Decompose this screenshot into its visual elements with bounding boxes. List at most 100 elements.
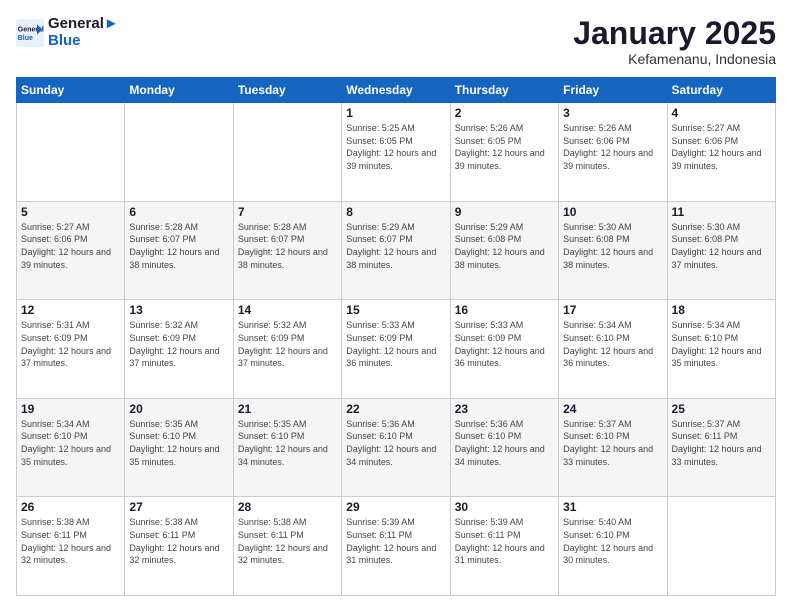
day-info: Sunrise: 5:30 AM Sunset: 6:08 PM Dayligh… (563, 221, 662, 271)
day-info: Sunrise: 5:37 AM Sunset: 6:10 PM Dayligh… (563, 418, 662, 468)
day-number: 4 (672, 106, 771, 120)
day-cell: 15 Sunrise: 5:33 AM Sunset: 6:09 PM Dayli… (342, 300, 450, 399)
logo-icon: General Blue (16, 19, 44, 47)
day-info: Sunrise: 5:29 AM Sunset: 6:07 PM Dayligh… (346, 221, 445, 271)
day-cell (667, 497, 775, 596)
day-cell: 1 Sunrise: 5:25 AM Sunset: 6:05 PM Daylig… (342, 103, 450, 202)
day-number: 18 (672, 303, 771, 317)
day-number: 6 (129, 205, 228, 219)
day-info: Sunrise: 5:38 AM Sunset: 6:11 PM Dayligh… (21, 516, 120, 566)
day-number: 14 (238, 303, 337, 317)
day-info: Sunrise: 5:27 AM Sunset: 6:06 PM Dayligh… (21, 221, 120, 271)
day-info: Sunrise: 5:28 AM Sunset: 6:07 PM Dayligh… (129, 221, 228, 271)
day-cell: 12Sunrise: 5:31 AM Sunset: 6:09 PM Dayli… (17, 300, 125, 399)
day-info: Sunrise: 5:33 AM Sunset: 6:09 PM Dayligh… (455, 319, 554, 369)
day-header-saturday: Saturday (667, 78, 775, 103)
day-cell: 11Sunrise: 5:30 AM Sunset: 6:08 PM Dayli… (667, 201, 775, 300)
day-cell: 4 Sunrise: 5:27 AM Sunset: 6:06 PM Daylig… (667, 103, 775, 202)
week-row-1: 1 Sunrise: 5:25 AM Sunset: 6:05 PM Daylig… (17, 103, 776, 202)
day-number: 10 (563, 205, 662, 219)
day-info: Sunrise: 5:29 AM Sunset: 6:08 PM Dayligh… (455, 221, 554, 271)
day-info: Sunrise: 5:39 AM Sunset: 6:11 PM Dayligh… (455, 516, 554, 566)
day-number: 20 (129, 402, 228, 416)
calendar-header-row: SundayMondayTuesdayWednesdayThursdayFrid… (17, 78, 776, 103)
day-cell: 17Sunrise: 5:34 AM Sunset: 6:10 PM Dayli… (559, 300, 667, 399)
logo-text: General► Blue (48, 16, 119, 49)
day-number: 30 (455, 500, 554, 514)
day-cell: 22 Sunrise: 5:36 AM Sunset: 6:10 PM Dayli… (342, 398, 450, 497)
day-cell: 13Sunrise: 5:32 AM Sunset: 6:09 PM Dayli… (125, 300, 233, 399)
day-cell: 5 Sunrise: 5:27 AM Sunset: 6:06 PM Daylig… (17, 201, 125, 300)
page: General Blue General► Blue January 2025 … (0, 0, 792, 612)
day-cell (17, 103, 125, 202)
day-number: 22 (346, 402, 445, 416)
day-cell (233, 103, 341, 202)
day-cell: 3 Sunrise: 5:26 AM Sunset: 6:06 PM Daylig… (559, 103, 667, 202)
day-cell: 20 Sunrise: 5:35 AM Sunset: 6:10 PM Dayli… (125, 398, 233, 497)
day-header-monday: Monday (125, 78, 233, 103)
day-info: Sunrise: 5:38 AM Sunset: 6:11 PM Dayligh… (129, 516, 228, 566)
day-cell: 10 Sunrise: 5:30 AM Sunset: 6:08 PM Dayli… (559, 201, 667, 300)
day-info: Sunrise: 5:35 AM Sunset: 6:10 PM Dayligh… (129, 418, 228, 468)
day-number: 25 (672, 402, 771, 416)
day-cell: 14 Sunrise: 5:32 AM Sunset: 6:09 PM Dayli… (233, 300, 341, 399)
day-info: Sunrise: 5:26 AM Sunset: 6:06 PM Dayligh… (563, 122, 662, 172)
day-cell: 27Sunrise: 5:38 AM Sunset: 6:11 PM Dayli… (125, 497, 233, 596)
header: General Blue General► Blue January 2025 … (16, 16, 776, 67)
day-number: 12 (21, 303, 120, 317)
day-number: 29 (346, 500, 445, 514)
day-cell: 2Sunrise: 5:26 AM Sunset: 6:05 PM Daylig… (450, 103, 558, 202)
day-info: Sunrise: 5:32 AM Sunset: 6:09 PM Dayligh… (238, 319, 337, 369)
day-info: Sunrise: 5:34 AM Sunset: 6:10 PM Dayligh… (672, 319, 771, 369)
day-cell: 29 Sunrise: 5:39 AM Sunset: 6:11 PM Dayli… (342, 497, 450, 596)
day-number: 8 (346, 205, 445, 219)
day-number: 5 (21, 205, 120, 219)
day-cell: 6 Sunrise: 5:28 AM Sunset: 6:07 PM Daylig… (125, 201, 233, 300)
main-title: January 2025 (573, 16, 776, 51)
day-number: 31 (563, 500, 662, 514)
day-number: 16 (455, 303, 554, 317)
day-number: 1 (346, 106, 445, 120)
day-info: Sunrise: 5:34 AM Sunset: 6:10 PM Dayligh… (21, 418, 120, 468)
day-number: 26 (21, 500, 120, 514)
day-cell: 8 Sunrise: 5:29 AM Sunset: 6:07 PM Daylig… (342, 201, 450, 300)
calendar-table: SundayMondayTuesdayWednesdayThursdayFrid… (16, 77, 776, 596)
day-cell: 18 Sunrise: 5:34 AM Sunset: 6:10 PM Dayli… (667, 300, 775, 399)
week-row-2: 5 Sunrise: 5:27 AM Sunset: 6:06 PM Daylig… (17, 201, 776, 300)
day-cell: 23Sunrise: 5:36 AM Sunset: 6:10 PM Dayli… (450, 398, 558, 497)
week-row-3: 12Sunrise: 5:31 AM Sunset: 6:09 PM Dayli… (17, 300, 776, 399)
day-info: Sunrise: 5:38 AM Sunset: 6:11 PM Dayligh… (238, 516, 337, 566)
day-number: 19 (21, 402, 120, 416)
day-cell: 31 Sunrise: 5:40 AM Sunset: 6:10 PM Dayli… (559, 497, 667, 596)
day-info: Sunrise: 5:33 AM Sunset: 6:09 PM Dayligh… (346, 319, 445, 369)
day-number: 15 (346, 303, 445, 317)
day-cell: 30 Sunrise: 5:39 AM Sunset: 6:11 PM Dayli… (450, 497, 558, 596)
day-info: Sunrise: 5:27 AM Sunset: 6:06 PM Dayligh… (672, 122, 771, 172)
day-info: Sunrise: 5:28 AM Sunset: 6:07 PM Dayligh… (238, 221, 337, 271)
day-header-friday: Friday (559, 78, 667, 103)
week-row-4: 19 Sunrise: 5:34 AM Sunset: 6:10 PM Dayli… (17, 398, 776, 497)
day-number: 3 (563, 106, 662, 120)
day-cell (125, 103, 233, 202)
logo: General Blue General► Blue (16, 16, 119, 49)
day-cell: 16 Sunrise: 5:33 AM Sunset: 6:09 PM Dayli… (450, 300, 558, 399)
day-number: 23 (455, 402, 554, 416)
day-header-sunday: Sunday (17, 78, 125, 103)
week-row-5: 26 Sunrise: 5:38 AM Sunset: 6:11 PM Dayli… (17, 497, 776, 596)
day-info: Sunrise: 5:36 AM Sunset: 6:10 PM Dayligh… (346, 418, 445, 468)
day-info: Sunrise: 5:35 AM Sunset: 6:10 PM Dayligh… (238, 418, 337, 468)
day-info: Sunrise: 5:39 AM Sunset: 6:11 PM Dayligh… (346, 516, 445, 566)
day-number: 11 (672, 205, 771, 219)
day-info: Sunrise: 5:40 AM Sunset: 6:10 PM Dayligh… (563, 516, 662, 566)
day-cell: 7Sunrise: 5:28 AM Sunset: 6:07 PM Daylig… (233, 201, 341, 300)
day-info: Sunrise: 5:34 AM Sunset: 6:10 PM Dayligh… (563, 319, 662, 369)
svg-text:Blue: Blue (18, 35, 33, 42)
day-info: Sunrise: 5:37 AM Sunset: 6:11 PM Dayligh… (672, 418, 771, 468)
day-info: Sunrise: 5:26 AM Sunset: 6:05 PM Dayligh… (455, 122, 554, 172)
title-block: January 2025 Kefamenanu, Indonesia (573, 16, 776, 67)
day-info: Sunrise: 5:25 AM Sunset: 6:05 PM Dayligh… (346, 122, 445, 172)
day-number: 13 (129, 303, 228, 317)
day-header-thursday: Thursday (450, 78, 558, 103)
day-cell: 24Sunrise: 5:37 AM Sunset: 6:10 PM Dayli… (559, 398, 667, 497)
subtitle: Kefamenanu, Indonesia (573, 51, 776, 67)
